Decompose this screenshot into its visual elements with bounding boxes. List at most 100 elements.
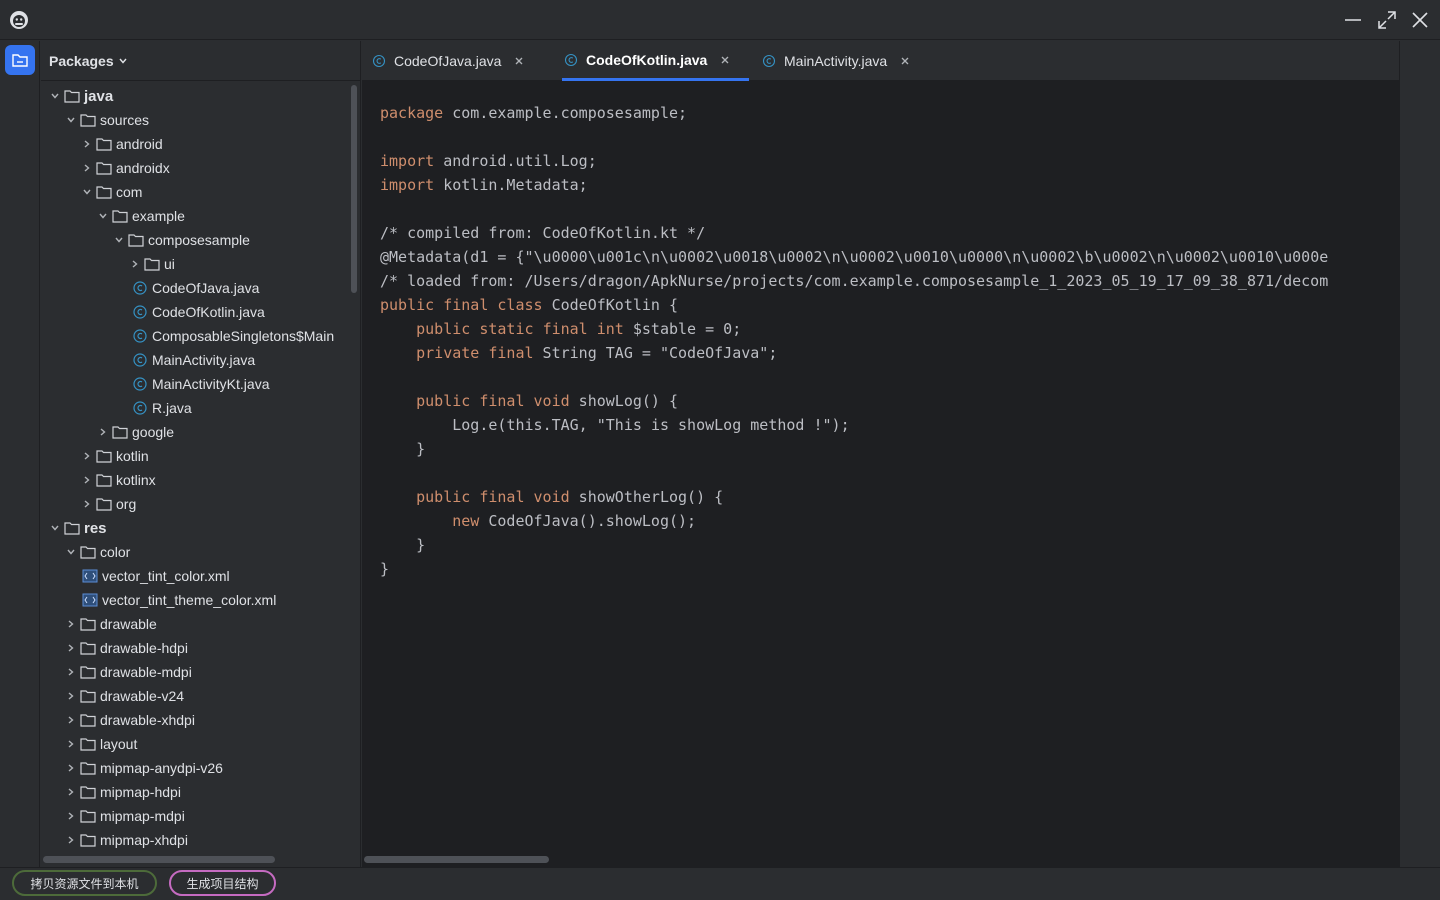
close-button[interactable] xyxy=(1408,8,1432,32)
tree-item[interactable]: java xyxy=(47,84,113,108)
chevron-down-icon[interactable] xyxy=(95,208,111,224)
tree-item[interactable]: drawable-mdpi xyxy=(63,660,192,684)
folder-icon xyxy=(111,208,129,224)
editor-horizontal-scrollbar[interactable] xyxy=(364,856,549,863)
chevron-right-icon[interactable] xyxy=(63,760,79,776)
tree-item[interactable]: mipmap-xhdpi xyxy=(63,828,188,852)
tab-label: MainActivity.java xyxy=(784,53,888,69)
chevron-right-icon[interactable] xyxy=(63,712,79,728)
chevron-right-icon[interactable] xyxy=(79,448,95,464)
java-class-icon xyxy=(372,54,386,68)
chevron-right-icon[interactable] xyxy=(63,616,79,632)
tree-item[interactable]: example xyxy=(95,204,185,228)
right-gutter xyxy=(1399,41,1440,867)
chevron-right-icon[interactable] xyxy=(79,496,95,512)
tree-item[interactable]: CodeOfKotlin.java xyxy=(127,300,265,324)
chevron-down-icon[interactable] xyxy=(47,88,63,104)
chevron-right-icon[interactable] xyxy=(79,472,95,488)
panel-header: Packages xyxy=(41,41,361,81)
chevron-right-icon[interactable] xyxy=(63,736,79,752)
tree-item-label: drawable-v24 xyxy=(100,688,185,704)
code-line: } xyxy=(380,536,426,554)
chevron-right-icon[interactable] xyxy=(63,784,79,800)
folder-icon xyxy=(127,232,145,248)
code-area[interactable]: package com.example.composesample; import… xyxy=(380,101,1390,841)
code-line: } xyxy=(380,440,426,458)
chevron-down-icon[interactable] xyxy=(111,232,127,248)
folder-icon xyxy=(79,760,97,776)
chevron-right-icon[interactable] xyxy=(63,640,79,656)
tree-vertical-scrollbar[interactable] xyxy=(351,85,357,293)
folder-icon xyxy=(63,88,81,104)
chevron-down-icon[interactable] xyxy=(79,184,95,200)
folder-icon xyxy=(95,496,113,512)
chevron-right-icon[interactable] xyxy=(95,424,111,440)
code-line: Log.e(this.TAG, "This is showLog method … xyxy=(380,416,850,434)
chevron-down-icon[interactable] xyxy=(47,520,63,536)
tree-item[interactable]: layout xyxy=(63,732,137,756)
tree-item[interactable]: CodeOfJava.java xyxy=(127,276,259,300)
tree-item[interactable]: androidx xyxy=(79,156,170,180)
tree-item[interactable]: sources xyxy=(63,108,149,132)
tree-item-label: vector_tint_color.xml xyxy=(102,568,230,584)
chevron-right-icon[interactable] xyxy=(63,808,79,824)
tree-item-label: java xyxy=(84,87,114,105)
chevron-right-icon[interactable] xyxy=(63,688,79,704)
tree-item[interactable]: drawable-v24 xyxy=(63,684,184,708)
folder-icon xyxy=(79,664,97,680)
tree-item[interactable]: google xyxy=(95,420,174,444)
tree-item[interactable]: res xyxy=(47,516,107,540)
tree-item[interactable]: mipmap-anydpi-v26 xyxy=(63,756,223,780)
tree-item[interactable]: drawable-xhdpi xyxy=(63,708,195,732)
tree-item-label: layout xyxy=(100,736,138,752)
chevron-right-icon[interactable] xyxy=(79,160,95,176)
generate-structure-button[interactable]: 生成项目结构 xyxy=(169,870,276,896)
project-tool-button[interactable] xyxy=(5,45,35,75)
tool-window-strip xyxy=(0,41,40,867)
tree-item[interactable]: ui xyxy=(127,252,175,276)
tree-item[interactable]: R.java xyxy=(127,396,192,420)
tree-item[interactable]: composesample xyxy=(111,228,250,252)
minimize-button[interactable] xyxy=(1341,8,1365,32)
xml-file-icon xyxy=(81,568,99,584)
folder-icon xyxy=(12,54,28,67)
tree-item[interactable]: ComposableSingletons$Main xyxy=(127,324,334,348)
tree-item[interactable]: MainActivityKt.java xyxy=(127,372,269,396)
tree-item[interactable]: kotlinx xyxy=(79,468,156,492)
android-bug-icon xyxy=(10,11,28,29)
tree-item[interactable]: MainActivity.java xyxy=(127,348,255,372)
copy-resources-button[interactable]: 拷贝资源文件到本机 xyxy=(12,870,157,896)
chevron-down-icon[interactable] xyxy=(63,112,79,128)
java-class-icon xyxy=(131,304,149,320)
project-tree: java sources android androidx com example comp… xyxy=(41,84,351,854)
tree-item[interactable]: drawable xyxy=(63,612,157,636)
tree-item[interactable]: vector_tint_theme_color.xml xyxy=(81,588,276,612)
editor-tab[interactable]: CodeOfJava.java xyxy=(372,41,525,81)
tree-item[interactable]: color xyxy=(63,540,130,564)
tree-item[interactable]: org xyxy=(79,492,136,516)
close-tab-icon[interactable] xyxy=(513,55,525,67)
code-line: import kotlin.Metadata; xyxy=(380,176,588,194)
tree-horizontal-scrollbar[interactable] xyxy=(43,856,275,863)
tree-item[interactable]: vector_tint_color.xml xyxy=(81,564,230,588)
tree-item[interactable]: mipmap-hdpi xyxy=(63,780,181,804)
tree-item[interactable]: android xyxy=(79,132,163,156)
editor-tab[interactable]: CodeOfKotlin.java xyxy=(562,41,750,81)
tree-item[interactable]: mipmap-mdpi xyxy=(63,804,185,828)
close-tab-icon[interactable] xyxy=(719,54,731,66)
tree-item[interactable]: drawable-hdpi xyxy=(63,636,188,660)
tree-item[interactable]: kotlin xyxy=(79,444,149,468)
tree-item-label: CodeOfJava.java xyxy=(152,280,260,296)
tree-item[interactable]: com xyxy=(79,180,142,204)
maximize-button[interactable] xyxy=(1375,8,1399,32)
packages-dropdown[interactable]: Packages xyxy=(49,53,128,69)
chevron-right-icon[interactable] xyxy=(79,136,95,152)
chevron-right-icon[interactable] xyxy=(63,664,79,680)
code-line: import android.util.Log; xyxy=(380,152,597,170)
chevron-right-icon[interactable] xyxy=(63,832,79,848)
chevron-right-icon[interactable] xyxy=(127,256,143,272)
close-tab-icon[interactable] xyxy=(899,55,911,67)
folder-icon xyxy=(79,832,97,848)
chevron-down-icon[interactable] xyxy=(63,544,79,560)
editor-tab[interactable]: MainActivity.java xyxy=(762,41,911,81)
